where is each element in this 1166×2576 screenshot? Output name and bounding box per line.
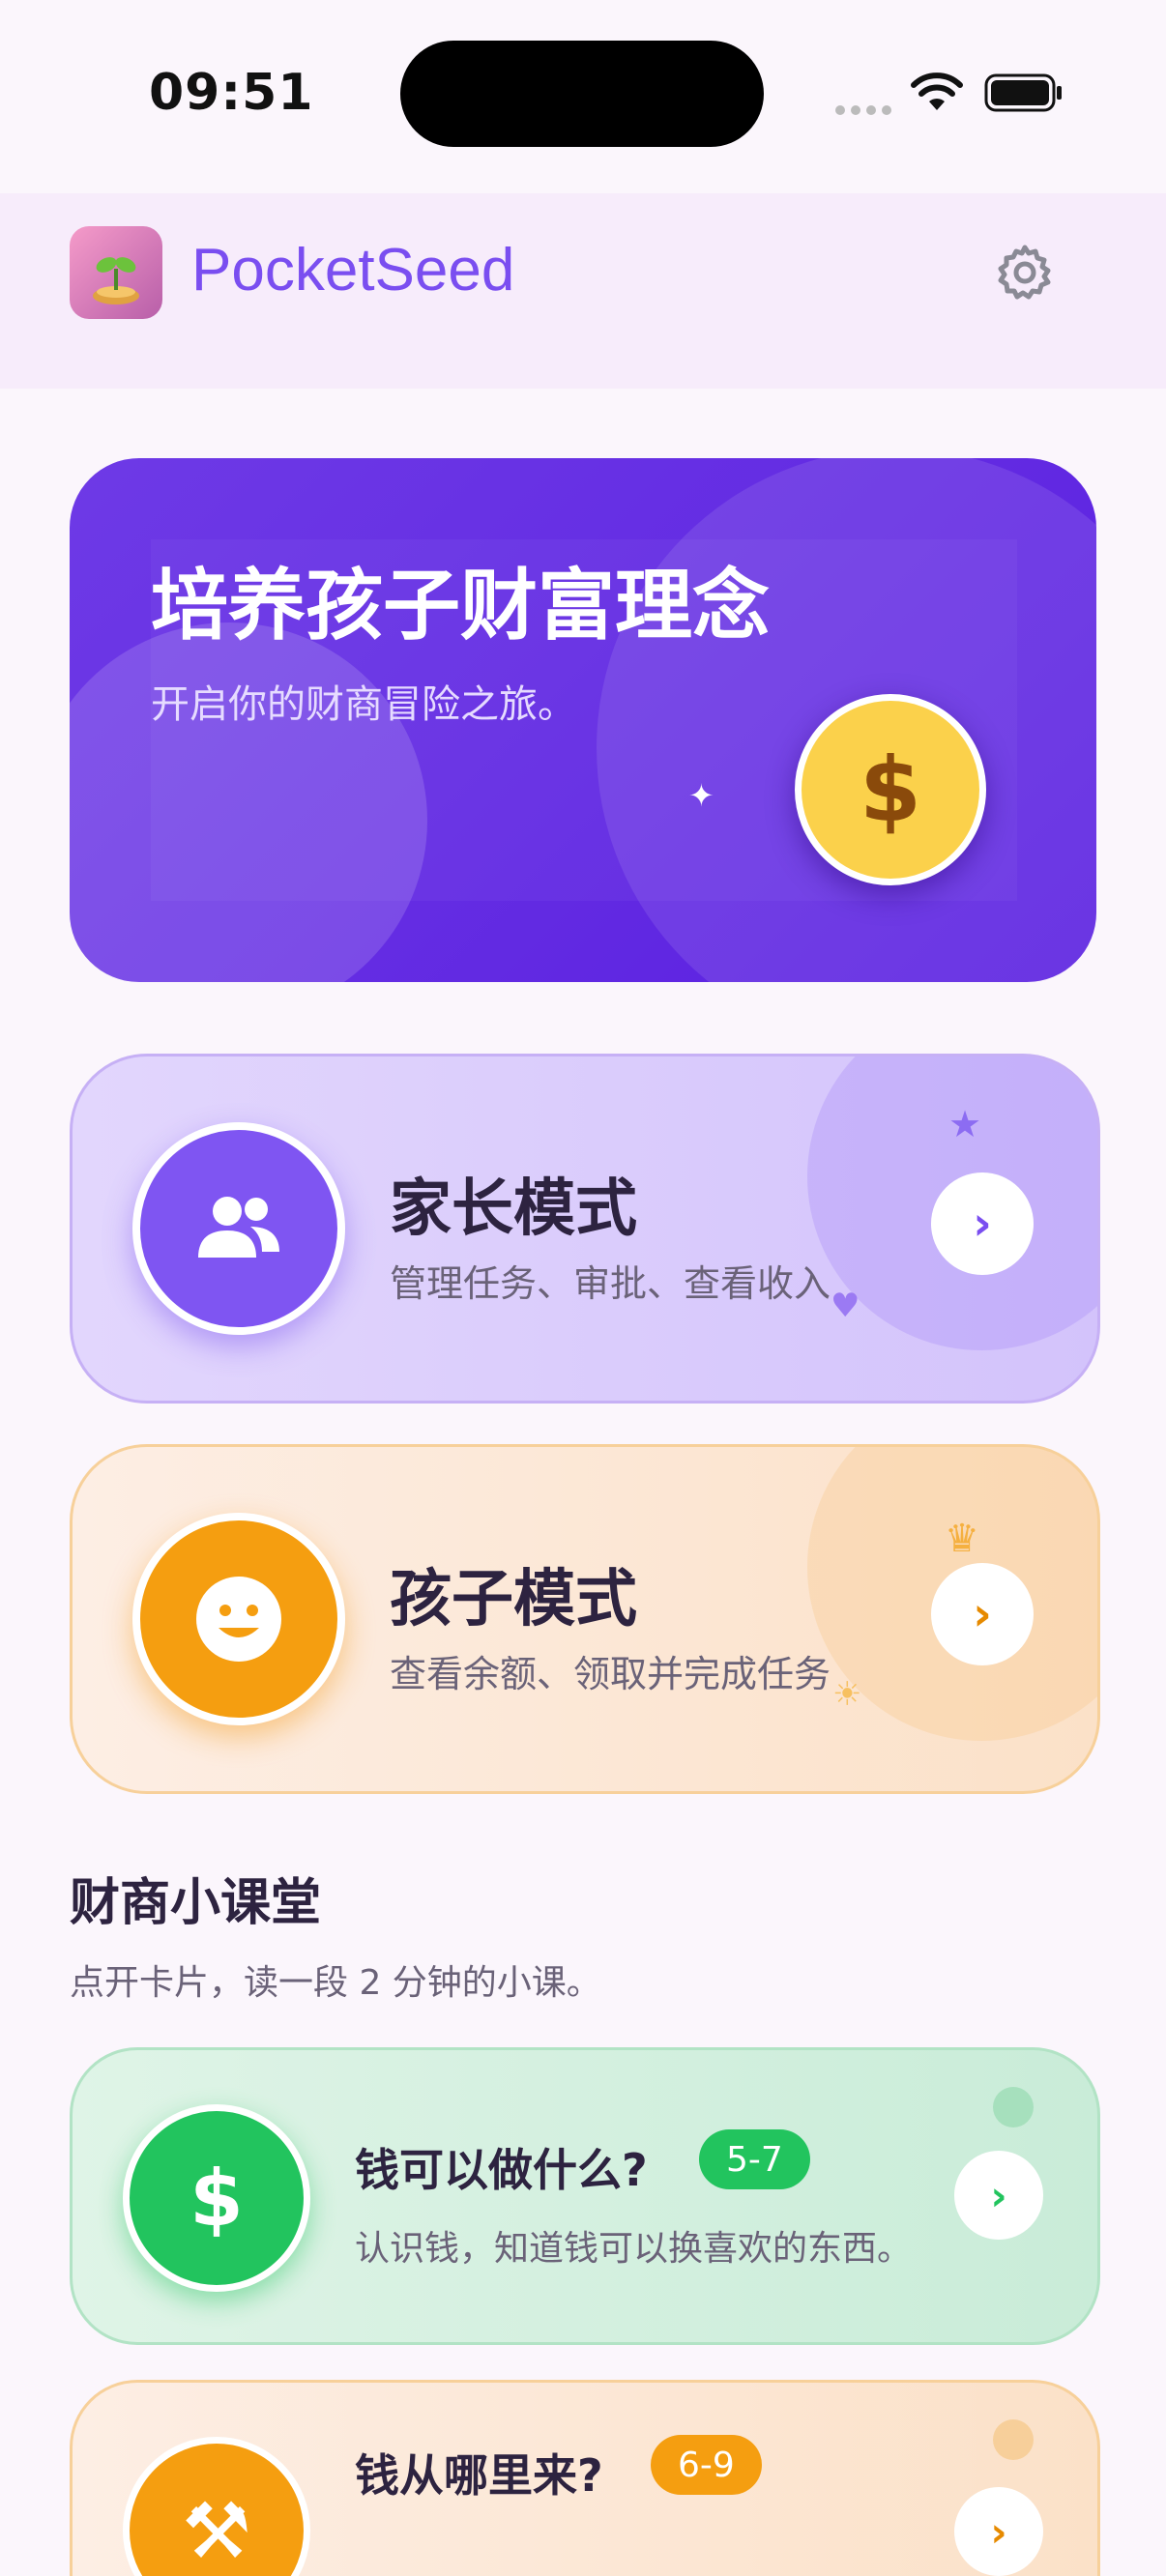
- dynamic-island: [400, 41, 764, 147]
- decor-dot: [993, 2087, 1034, 2127]
- status-bar: 09:51: [0, 0, 1166, 193]
- cake-icon: ♛: [945, 1517, 979, 1561]
- chevron-right-icon[interactable]: ›: [931, 1563, 1034, 1665]
- hero-subtitle: 开启你的财商冒险之旅。: [151, 682, 576, 727]
- kid-mode-card[interactable]: 孩子模式 查看余额、领取并完成任务 ♛ ☀ ›: [70, 1444, 1100, 1794]
- decor-dot: [993, 2419, 1034, 2460]
- sun-icon: ☀: [832, 1675, 862, 1714]
- users-icon: [132, 1122, 345, 1335]
- section-title: 财商小课堂: [70, 1874, 322, 1932]
- age-badge: 6-9: [651, 2435, 762, 2495]
- lesson-title: 钱可以做什么?: [355, 2144, 648, 2196]
- lesson-title: 钱从哪里来?: [355, 2449, 603, 2502]
- star-icon: ★: [948, 1103, 982, 1145]
- hero-title: 培养孩子财富理念: [151, 561, 770, 651]
- kid-mode-title: 孩子模式: [390, 1564, 637, 1635]
- lesson-description: 认识钱，知道钱可以换喜欢的东西。: [355, 2229, 913, 2269]
- status-time: 09:51: [149, 64, 314, 122]
- parent-mode-title: 家长模式: [390, 1173, 637, 1245]
- kid-mode-description: 查看余额、领取并完成任务: [390, 1653, 831, 1695]
- wifi-icon: [911, 72, 963, 110]
- app-title: PocketSeed: [191, 237, 515, 304]
- section-subtitle: 点开卡片，读一段 2 分钟的小课。: [70, 1963, 601, 2003]
- battery-icon: [984, 73, 1062, 112]
- app-header: [0, 193, 1166, 389]
- app-logo: [70, 226, 162, 319]
- parent-mode-description: 管理任务、审批、查看收入: [390, 1262, 831, 1305]
- sparkle-icon: ✦: [688, 777, 714, 814]
- seedling-icon: [93, 257, 139, 304]
- tools-icon: ⚒: [123, 2437, 310, 2576]
- smile-icon: [132, 1513, 345, 1725]
- lesson-card[interactable]: ⚒ 钱从哪里来? 6-9 ›: [70, 2380, 1100, 2576]
- gear-icon[interactable]: [996, 244, 1054, 302]
- chevron-right-icon[interactable]: ›: [931, 1172, 1034, 1275]
- chevron-right-icon[interactable]: ›: [954, 2487, 1043, 2576]
- chevron-right-icon[interactable]: ›: [954, 2151, 1043, 2240]
- cellular-signal-icon: [835, 101, 897, 119]
- lesson-card[interactable]: $ 钱可以做什么? 5-7 认识钱，知道钱可以换喜欢的东西。 ›: [70, 2047, 1100, 2345]
- age-badge: 5-7: [699, 2129, 810, 2189]
- coin-icon: $: [795, 694, 986, 885]
- parent-mode-card[interactable]: 家长模式 管理任务、审批、查看收入 ★ ♥ ›: [70, 1054, 1100, 1404]
- heart-icon: ♥: [831, 1287, 860, 1325]
- hero-banner: 培养孩子财富理念 开启你的财商冒险之旅。 ✦ $: [70, 458, 1096, 982]
- dollar-icon: $: [123, 2104, 310, 2292]
